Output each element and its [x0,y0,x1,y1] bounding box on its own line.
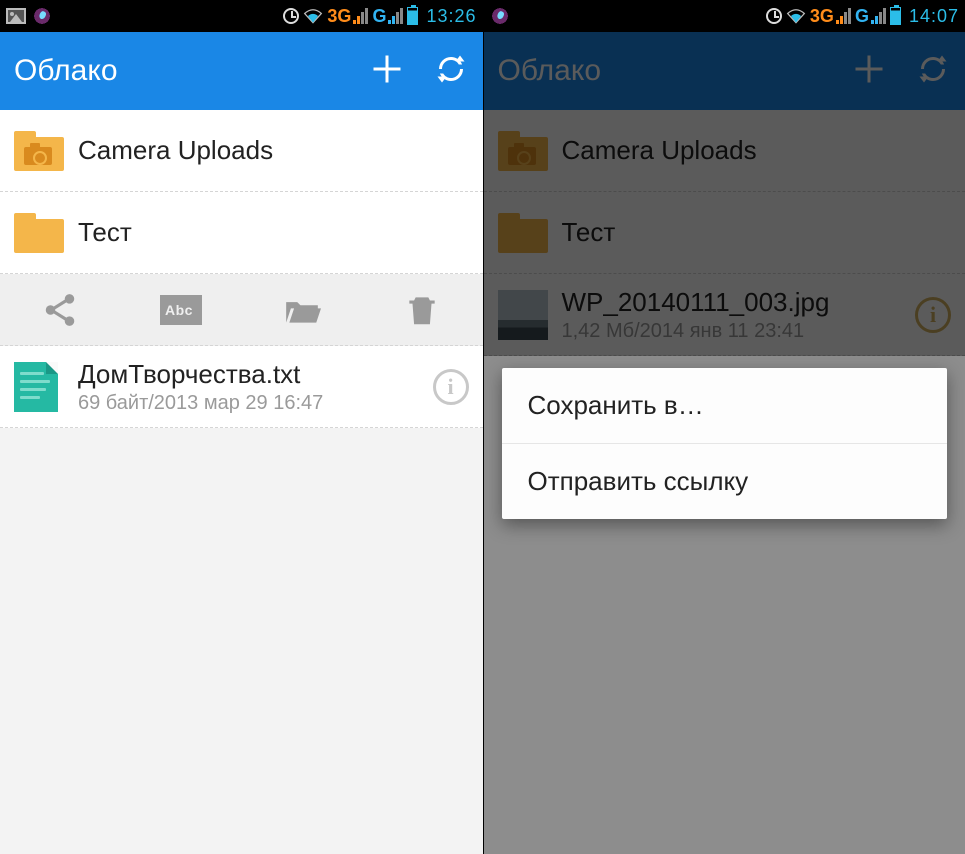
app-bar: Облако [0,32,483,110]
network-1-label: 3G [327,6,351,27]
text-file-icon [14,362,58,412]
signal-2-icon [871,8,886,24]
folder-row-camera-uploads[interactable]: Camera Uploads [0,110,483,192]
wifi-icon [786,8,806,24]
file-meta: 1,42 Мб/2014 янв 11 23:41 [562,320,916,343]
info-icon: i [433,369,469,405]
add-button[interactable] [369,51,405,92]
status-bar: 3G G 14:07 [484,0,965,32]
status-bar: 3G G 13:26 [0,0,483,32]
refresh-icon [433,51,469,87]
plus-icon [851,51,887,87]
file-info-button[interactable]: i [433,369,469,405]
rename-button[interactable]: Abc [121,274,242,345]
gallery-icon [6,8,26,24]
folder-camera-icon [14,131,64,171]
share-icon [41,291,79,329]
file-row[interactable]: ДомТворчества.txt 69 байт/2013 мар 29 16… [0,346,483,428]
network-2-label: G [372,6,386,27]
wifi-icon [303,8,323,24]
app-notif-icon [32,6,52,26]
plus-icon [369,51,405,87]
context-action-bar: Abc [0,274,483,346]
folder-name: Тест [78,217,469,248]
battery-icon [890,7,901,25]
file-meta: 69 байт/2013 мар 29 16:47 [78,392,433,415]
share-button[interactable] [0,274,121,345]
refresh-button[interactable] [433,51,469,92]
file-name: ДомТворчества.txt [78,359,433,390]
battery-icon [407,7,418,25]
folder-row-camera-uploads[interactable]: Camera Uploads [484,110,965,192]
delete-button[interactable] [362,274,483,345]
clock-text: 14:07 [909,6,959,27]
file-list: Camera Uploads Тест Abc [0,110,483,428]
popup-item-send-link[interactable]: Отправить ссылку [502,444,948,519]
alarm-icon [283,8,299,24]
app-title: Облако [14,54,118,88]
folder-camera-icon [498,131,548,171]
signal-1-icon [836,8,851,24]
folder-row-test[interactable]: Тест [484,192,965,274]
screen-left: 3G G 13:26 Облако Camera Uploads [0,0,483,854]
folder-icon [14,213,64,253]
trash-icon [403,291,441,329]
file-info-button[interactable]: i [915,297,951,333]
folder-name: Camera Uploads [78,135,469,166]
folder-row-test[interactable]: Тест [0,192,483,274]
alarm-icon [766,8,782,24]
folder-name: Camera Uploads [562,135,952,166]
refresh-button[interactable] [915,51,951,92]
open-folder-icon [283,291,321,329]
file-row[interactable]: WP_20140111_003.jpg 1,42 Мб/2014 янв 11 … [484,274,965,356]
popup-item-save-in[interactable]: Сохранить в… [502,368,948,444]
rename-icon: Abc [160,295,202,325]
network-2-label: G [855,6,869,27]
app-bar: Облако [484,32,965,110]
share-popup: Сохранить в… Отправить ссылку [502,368,948,519]
app-notif-icon [490,6,510,26]
add-button[interactable] [851,51,887,92]
screen-right: 3G G 14:07 Облако Camera Uploads [483,0,965,854]
signal-2-icon [388,8,403,24]
open-folder-button[interactable] [241,274,362,345]
refresh-icon [915,51,951,87]
clock-text: 13:26 [426,6,476,27]
signal-1-icon [353,8,368,24]
image-thumbnail-icon [498,290,548,340]
file-name: WP_20140111_003.jpg [562,287,916,318]
folder-name: Тест [562,217,952,248]
app-title: Облако [498,54,602,88]
network-1-label: 3G [810,6,834,27]
info-icon: i [915,297,951,333]
folder-icon [498,213,548,253]
file-list: Camera Uploads Тест WP_20140111_003.jpg … [484,110,965,356]
